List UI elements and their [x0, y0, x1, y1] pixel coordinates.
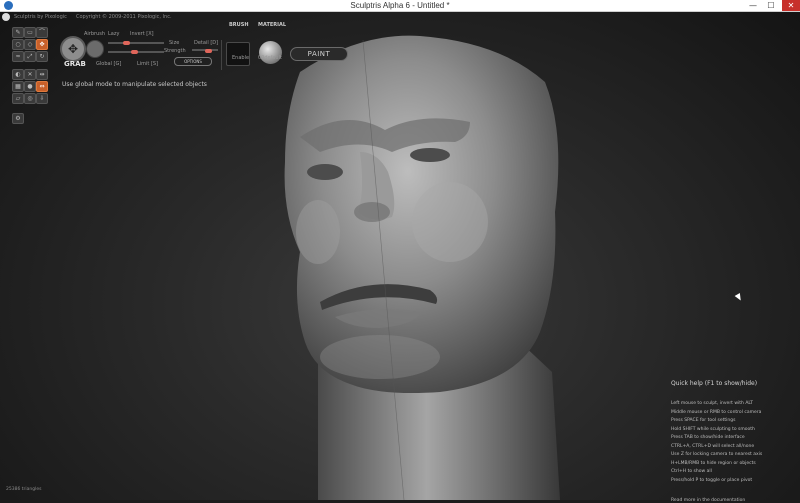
quick-help-line: Use Z for locking camera to nearest axis — [671, 452, 763, 457]
symmetry-tool-icon[interactable]: ⇹ — [36, 69, 48, 80]
documentation-link[interactable]: Read more in the documentation — [671, 498, 796, 503]
grab-brush-icon[interactable]: ✥ — [60, 36, 86, 62]
close-button[interactable]: ✕ — [782, 0, 800, 11]
size-slider[interactable] — [108, 42, 164, 44]
size-slider-knob[interactable] — [123, 41, 130, 45]
wireframe-tool-icon[interactable]: ▦ — [12, 81, 24, 92]
brush-enable-label[interactable]: Enable — [232, 55, 249, 61]
invert-label[interactable]: Invert [X] — [130, 31, 154, 37]
quick-help-line: Press SPACE for tool settings — [671, 418, 736, 423]
paint-button[interactable]: PAINT — [290, 47, 348, 61]
strength-slider-knob[interactable] — [131, 50, 138, 54]
window-title: Sculptris Alpha 6 - Untitled * — [350, 1, 450, 10]
brush-swatch[interactable] — [226, 42, 250, 66]
rotate-tool-icon[interactable]: ↻ — [36, 51, 48, 62]
airbrush-icon[interactable] — [86, 40, 104, 58]
detail-label: Detail [D] — [194, 40, 219, 46]
limit-label[interactable]: Limit [S] — [137, 61, 158, 67]
app-caption: Sculptris by Pixologic — [14, 14, 67, 20]
material-label: MATERIAL — [258, 22, 287, 28]
strength-label: Strength — [164, 48, 186, 54]
quick-help-title: Quick help (F1 to show/hide) — [671, 380, 758, 387]
quick-help-line: Left mouse to sculpt, invert with ALT — [671, 401, 754, 406]
camera-tool-icon[interactable]: ◎ — [24, 93, 36, 104]
window-titlebar: Sculptris Alpha 6 - Untitled * — ☐ ✕ — [0, 0, 800, 12]
crease-tool-icon[interactable]: ⌒ — [36, 27, 48, 38]
flatten-tool-icon[interactable]: ▭ — [24, 27, 36, 38]
quick-help-line: Press TAB to show/hide interface — [671, 435, 745, 440]
copyright-text: Copyright © 2009-2011 Pixologic, Inc. — [76, 14, 172, 20]
mask-tool-icon[interactable]: ◐ — [12, 69, 24, 80]
export-tool-icon[interactable]: ⇩ — [36, 93, 48, 104]
scale-tool-icon[interactable]: ⤢ — [24, 51, 36, 62]
quick-help-line: CTRL+A, CTRL+D will select all/none — [671, 443, 755, 449]
maximize-button[interactable]: ☐ — [762, 0, 780, 11]
quick-help-line: H+LMB/RMB to hide region or objects — [671, 460, 756, 466]
options-button[interactable]: OPTIONS — [174, 57, 212, 66]
active-tool-label: GRAB — [64, 60, 86, 68]
quick-help-line: Middle mouse or RMB to control camera — [671, 409, 762, 415]
right-eye — [410, 148, 450, 162]
tool-hint: Use global mode to manipulate selected o… — [62, 81, 207, 88]
separator — [221, 40, 222, 70]
draw-tool-icon[interactable]: ✎ — [12, 27, 24, 38]
global-tool-icon[interactable]: ⇔ — [36, 81, 48, 92]
quick-help-line: Press/hold P to toggle or place pivot — [671, 477, 753, 483]
brush-label: BRUSH — [229, 22, 249, 28]
grab-tool-icon[interactable]: ✥ — [36, 39, 48, 50]
minimize-button[interactable]: — — [744, 0, 762, 11]
quick-help-panel: Quick help (F1 to show/hide) Left mouse … — [671, 380, 796, 503]
inflate-tool-icon[interactable]: ○ — [12, 39, 24, 50]
left-eye — [307, 164, 343, 180]
quick-help-line: Hold SHIFT while sculpting to smooth — [671, 426, 755, 432]
pinch-tool-icon[interactable]: ◇ — [24, 39, 36, 50]
sculptris-logo — [2, 13, 10, 21]
material-name: 00default — [258, 55, 282, 61]
sphere-tool-icon[interactable]: ● — [24, 81, 36, 92]
smooth-tool-icon[interactable]: ≈ — [12, 51, 24, 62]
reduce-tool-icon[interactable]: ✕ — [24, 69, 36, 80]
quick-help-line: Ctrl+H to show all — [671, 469, 712, 474]
sculpt-viewport[interactable]: Sculptris by Pixologic Copyright © 2009-… — [0, 12, 800, 503]
global-label[interactable]: Global [G] — [96, 61, 121, 67]
airbrush-label[interactable]: Airbrush — [84, 31, 105, 37]
detail-slider-knob[interactable] — [205, 49, 212, 53]
triangle-count: 25386 triangles — [6, 487, 42, 492]
settings-tool-icon[interactable]: ⚙ — [12, 113, 24, 124]
plane-tool-icon[interactable]: ▱ — [12, 93, 24, 104]
size-label: Size — [169, 40, 180, 46]
lazy-label[interactable]: Lazy — [108, 31, 119, 37]
